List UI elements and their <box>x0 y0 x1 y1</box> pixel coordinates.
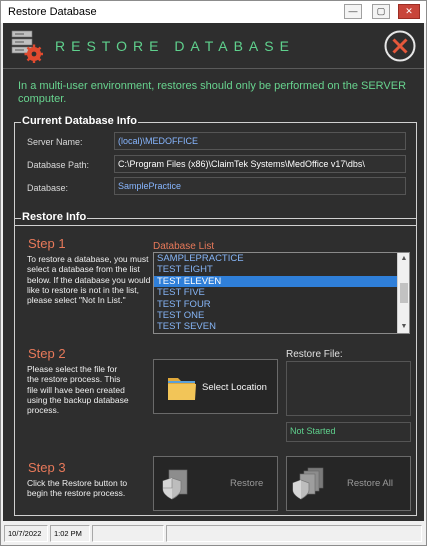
minimize-button[interactable]: — <box>344 4 362 19</box>
list-item[interactable]: TEST EIGHT <box>154 264 409 275</box>
window-close-button[interactable]: ✕ <box>398 4 420 19</box>
restore-info-legend: Restore Info <box>21 211 88 223</box>
list-item[interactable]: TEST ELEVEN <box>154 275 409 288</box>
select-location-button[interactable]: Select Location <box>153 359 278 414</box>
restore-info-group: Restore Info Step 1 To restore a databas… <box>14 211 417 516</box>
database-field: SamplePractice <box>114 177 406 195</box>
database-list[interactable]: SAMPLEPRACTICE TEST EIGHT TEST ELEVEN TE… <box>153 252 410 334</box>
shield-file-icon <box>162 469 188 500</box>
status-time: 1:02 PM <box>50 525 90 542</box>
server-name-field: (local)\MEDOFFICE <box>114 132 406 150</box>
restore-file-field <box>286 361 411 416</box>
step3-text: Click the Restore button to begin the re… <box>27 478 128 499</box>
status-panel-wide <box>166 525 422 542</box>
database-label: Database: <box>27 183 69 193</box>
status-panel <box>92 525 164 542</box>
folder-icon <box>168 378 196 400</box>
restore-file-label: Restore File: <box>286 349 343 360</box>
select-location-label: Select Location <box>202 382 267 393</box>
step1-text: To restore a database, you must select a… <box>27 254 151 306</box>
scroll-up-icon[interactable]: ▲ <box>398 253 409 265</box>
status-field: Not Started <box>286 422 411 442</box>
restore-all-label: Restore All <box>347 478 393 489</box>
window-title: Restore Database <box>8 6 97 18</box>
restore-button[interactable]: Restore <box>153 456 278 511</box>
list-item[interactable]: TEST SEVEN <box>154 321 409 332</box>
database-list-scrollbar[interactable]: ▲ ▼ <box>397 253 409 333</box>
step2-title: Step 2 <box>28 346 66 361</box>
title-bar: Restore Database — ▢ ✕ <box>1 1 426 23</box>
list-item[interactable]: TEST FIVE <box>154 287 409 298</box>
current-database-legend: Current Database Info <box>21 115 138 127</box>
multi-user-notice: In a multi-user environment, restores sh… <box>18 80 407 105</box>
status-bar: 10/7/2022 1:02 PM <box>3 523 424 545</box>
maximize-button[interactable]: ▢ <box>372 4 390 19</box>
database-path-field: C:\Program Files (x86)\ClaimTek Systems\… <box>114 155 406 173</box>
main-panel: RESTORE DATABASE In a multi-user environ… <box>3 23 424 521</box>
status-date: 10/7/2022 <box>4 525 48 542</box>
restore-label: Restore <box>230 478 264 489</box>
header-divider <box>3 68 424 69</box>
restore-all-button[interactable]: Restore All <box>286 456 411 511</box>
step2-text: Please select the file for the restore p… <box>27 364 129 416</box>
step3-title: Step 3 <box>28 460 66 475</box>
restore-database-window: Restore Database — ▢ ✕ RESTORE DATABASE <box>0 0 427 546</box>
shield-files-icon <box>292 467 324 500</box>
scrollbar-thumb[interactable] <box>400 283 408 303</box>
list-item[interactable]: SAMPLEPRACTICE <box>154 253 409 264</box>
list-item[interactable]: TEST FOUR <box>154 299 409 310</box>
step1-title: Step 1 <box>28 236 66 251</box>
page-title: RESTORE DATABASE <box>55 38 295 54</box>
database-list-label: Database List <box>153 241 215 252</box>
server-gear-icon <box>11 30 43 63</box>
scroll-down-icon[interactable]: ▼ <box>398 321 409 333</box>
list-item[interactable]: TEST ONE <box>154 310 409 321</box>
circle-x-icon[interactable] <box>384 30 416 62</box>
server-name-label: Server Name: <box>27 137 83 147</box>
database-path-label: Database Path: <box>27 160 90 170</box>
